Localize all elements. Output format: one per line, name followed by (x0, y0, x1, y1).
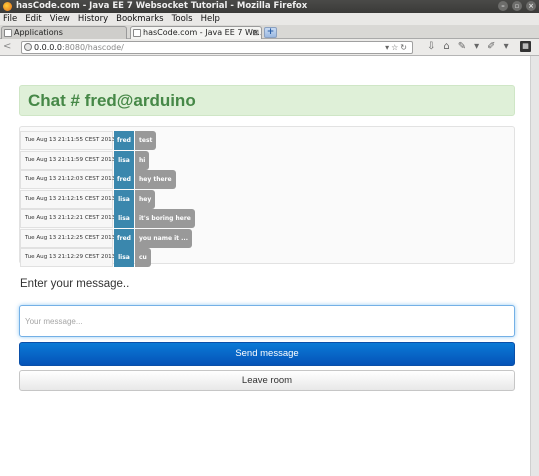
chat-log: Tue Aug 13 21:11:55 CEST 2013 fred test Tue… (19, 126, 515, 267)
message-user-badge: lisa (114, 150, 134, 170)
message-user-badge: fred (114, 170, 134, 189)
message-timestamp: Tue Aug 13 21:11:59 CEST 2013 (20, 150, 115, 170)
message-timestamp: Tue Aug 13 21:12:21 CEST 2013 (20, 209, 115, 228)
close-window-icon[interactable]: × (526, 1, 536, 11)
back-arrow-icon[interactable]: < (3, 42, 11, 52)
home-icon[interactable]: ⌂ (443, 41, 449, 53)
message-timestamp: Tue Aug 13 21:11:55 CEST 2013 (20, 131, 115, 150)
tab-label: hasCode.com - Java EE 7 We... (143, 28, 262, 37)
message-text-badge: hi (135, 150, 150, 170)
menu-bookmarks[interactable]: Bookmarks (116, 13, 164, 25)
page-tab-icon (133, 29, 141, 37)
url-path: :8080/hascode/ (62, 43, 124, 52)
message-text-badge: hey (135, 189, 156, 209)
navigation-bar: < 0.0.0.0:8080/hascode/ ▾☆↻ ⇩ ⌂ ✎ ▾ ✐ ▾ … (0, 39, 539, 56)
menu-help[interactable]: Help (201, 13, 220, 25)
page-content: Chat # fred@arduino Tue Aug 13 21:11:55 … (0, 56, 530, 476)
menu-bar: File Edit View History Bookmarks Tools H… (0, 13, 539, 25)
pencil-icon[interactable]: ✐ (487, 41, 495, 53)
close-tab-icon[interactable]: ⊠ (252, 27, 259, 38)
site-identity-icon[interactable] (24, 43, 32, 51)
minimize-icon[interactable]: – (498, 1, 508, 11)
message-timestamp: Tue Aug 13 21:12:03 CEST 2013 (20, 170, 115, 189)
window-titlebar: hasCode.com - Java EE 7 Websocket Tutori… (0, 0, 539, 13)
message-text-badge: test (135, 131, 157, 150)
chat-message-row: Tue Aug 13 21:12:03 CEST 2013 fred hey the… (20, 170, 514, 189)
dropdown-icon[interactable]: ▾ (474, 41, 479, 53)
wrench-icon[interactable]: ✎ (458, 41, 466, 53)
menu-edit[interactable]: Edit (25, 13, 41, 25)
download-icon[interactable]: ⇩ (427, 41, 435, 53)
menu-file[interactable]: File (3, 13, 17, 25)
message-user-badge: fred (114, 228, 134, 248)
message-timestamp: Tue Aug 13 21:12:15 CEST 2013 (20, 189, 115, 209)
window-controls: – ▫ × (498, 1, 536, 11)
message-timestamp: Tue Aug 13 21:12:29 CEST 2013 (20, 248, 115, 267)
menu-view[interactable]: View (50, 13, 70, 25)
chat-message-row: Tue Aug 13 21:12:25 CEST 2013 fred you nam… (20, 228, 514, 248)
address-bar[interactable]: 0.0.0.0:8080/hascode/ ▾☆↻ (21, 41, 413, 54)
message-input[interactable] (19, 305, 515, 337)
enter-message-label: Enter your message.. (20, 278, 130, 290)
message-user-badge: lisa (114, 189, 134, 209)
chat-message-row: Tue Aug 13 21:11:55 CEST 2013 fred test (20, 131, 514, 150)
tab-label: Applications (14, 28, 63, 37)
tab-applications[interactable]: Applications (1, 26, 127, 39)
message-timestamp: Tue Aug 13 21:12:25 CEST 2013 (20, 228, 115, 248)
message-user-badge: lisa (114, 209, 134, 228)
send-message-button[interactable]: Send message (19, 342, 515, 366)
firefox-icon (3, 2, 12, 11)
new-tab-button[interactable]: + (264, 27, 277, 38)
message-user-badge: fred (114, 131, 134, 150)
chat-message-row: Tue Aug 13 21:12:15 CEST 2013 lisa hey (20, 189, 514, 209)
window-title: hasCode.com - Java EE 7 Websocket Tutori… (16, 1, 308, 11)
vertical-scrollbar[interactable] (530, 56, 539, 476)
message-text-badge: it's boring here (135, 209, 195, 228)
maximize-icon[interactable]: ▫ (512, 1, 522, 11)
chat-message-row: Tue Aug 13 21:12:21 CEST 2013 lisa it's bo… (20, 209, 514, 228)
leave-room-button[interactable]: Leave room (19, 370, 515, 391)
tab-bar: Applications hasCode.com - Java EE 7 We.… (0, 25, 539, 39)
message-user-badge: lisa (114, 248, 134, 267)
chat-header: Chat # fred@arduino (19, 85, 515, 116)
menu-tools[interactable]: Tools (172, 13, 193, 25)
page-title: Chat # fred@arduino (28, 91, 196, 110)
message-text-badge: cu (135, 248, 151, 267)
toolbar-icons: ⇩ ⌂ ✎ ▾ ✐ ▾ ▦ (427, 41, 531, 53)
url-host: 0.0.0.0 (34, 43, 62, 52)
tab-hascode[interactable]: hasCode.com - Java EE 7 We... ⊠ (130, 26, 262, 39)
message-text-badge: you name it ... (135, 228, 192, 248)
dropdown-icon[interactable]: ▾ (504, 41, 509, 53)
addon-icon[interactable]: ▦ (520, 41, 531, 52)
chat-message-row: Tue Aug 13 21:11:59 CEST 2013 lisa hi (20, 150, 514, 170)
chat-message-row: Tue Aug 13 21:12:29 CEST 2013 lisa cu (20, 248, 514, 267)
menu-history[interactable]: History (78, 13, 108, 25)
applications-tab-icon (4, 29, 12, 37)
url-dropdown-reload-icons[interactable]: ▾☆↻ (385, 42, 409, 53)
message-text-badge: hey there (135, 170, 176, 189)
